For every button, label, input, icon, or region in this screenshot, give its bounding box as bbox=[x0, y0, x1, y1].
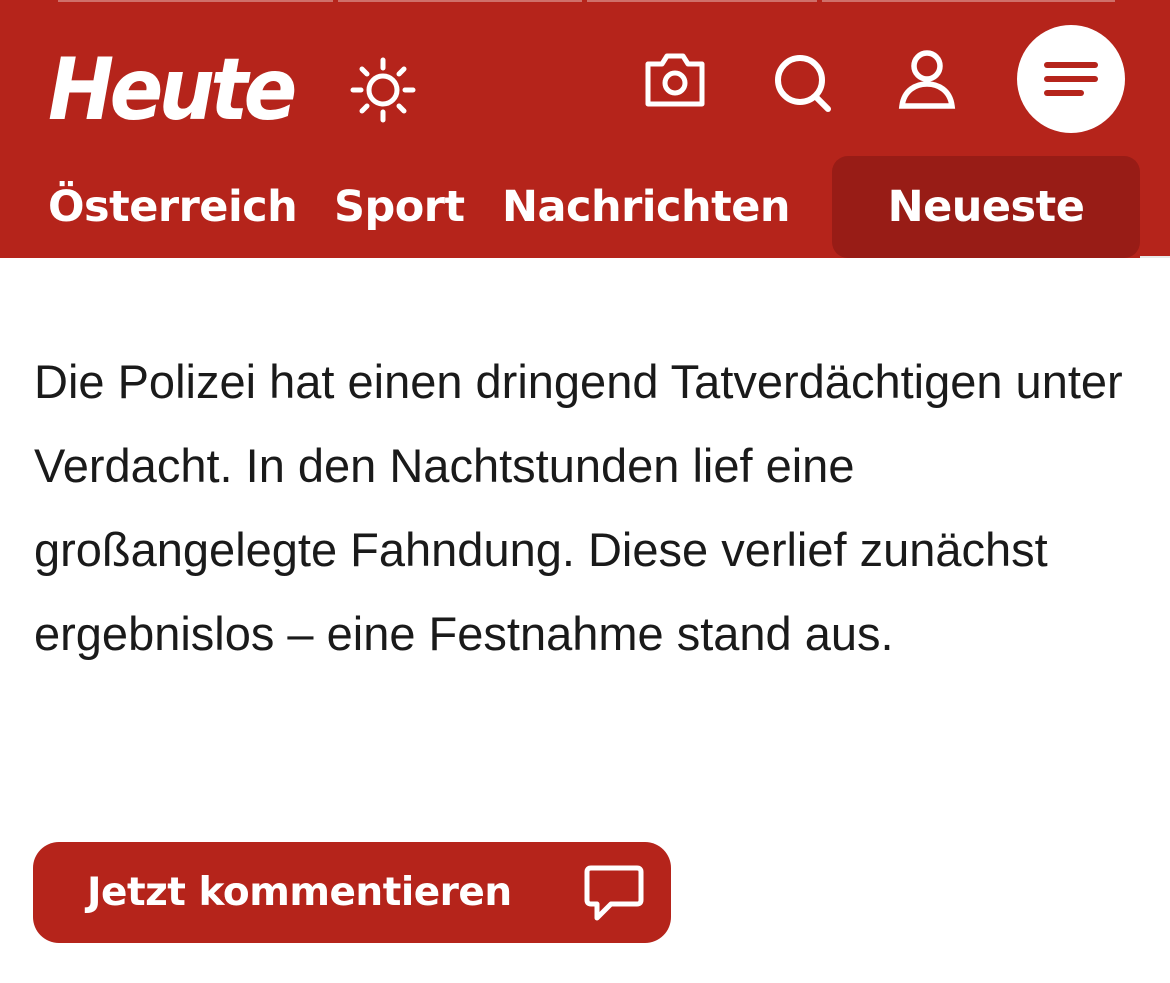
article-paragraph: Die Polizei hat einen dringend Tatverdäc… bbox=[34, 355, 1123, 660]
sun-icon[interactable] bbox=[348, 55, 418, 125]
menu-button[interactable] bbox=[1017, 25, 1125, 133]
user-icon[interactable] bbox=[894, 46, 960, 116]
heute-logo[interactable]: Heute bbox=[48, 40, 297, 140]
comment-icon bbox=[581, 862, 647, 926]
nav-tab-nachrichten[interactable]: Nachrichten bbox=[502, 156, 790, 258]
site-header: Heute Österreich Sport Nachrichten Neues… bbox=[0, 0, 1170, 258]
comment-button-label: Jetzt kommentieren bbox=[87, 870, 512, 915]
camera-icon[interactable] bbox=[640, 48, 710, 112]
nav-divider bbox=[1140, 256, 1170, 258]
top-divider-lines bbox=[0, 0, 1170, 2]
main-nav: Österreich Sport Nachrichten Neueste bbox=[0, 156, 1170, 258]
menu-icon bbox=[1044, 62, 1098, 96]
nav-tab-neueste[interactable]: Neueste bbox=[832, 156, 1140, 258]
nav-tab-sport[interactable]: Sport bbox=[334, 156, 465, 258]
comment-button[interactable]: Jetzt kommentieren bbox=[33, 842, 671, 943]
search-icon[interactable] bbox=[770, 48, 840, 118]
nav-tab-oesterreich[interactable]: Österreich bbox=[48, 156, 298, 258]
